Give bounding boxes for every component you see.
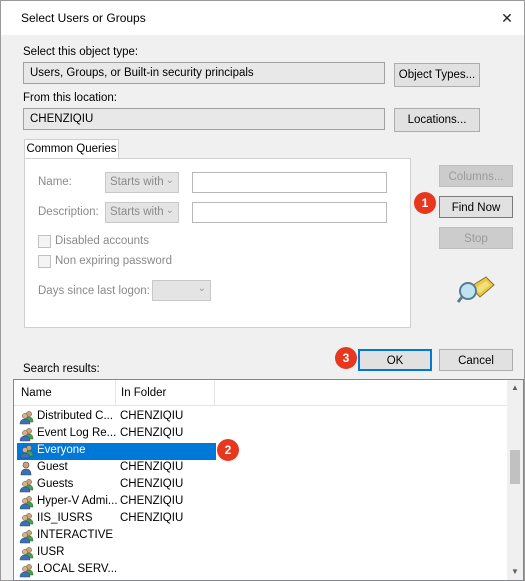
row-name: Event Log Re... — [37, 427, 117, 439]
row-name-cell[interactable]: Distributed C... — [17, 409, 216, 426]
row-name: Everyone — [37, 444, 86, 456]
user-icon — [19, 461, 35, 476]
group-icon — [19, 563, 35, 578]
search-flashlight-icon — [456, 276, 495, 303]
table-row[interactable]: IUSR — [14, 545, 510, 562]
row-name: IIS_IUSRS — [37, 512, 93, 524]
group-icon — [19, 410, 35, 425]
description-mode-select[interactable]: Starts with ⌄ — [105, 202, 179, 223]
cancel-button[interactable]: Cancel — [439, 349, 513, 371]
row-name: Guest — [37, 461, 68, 473]
object-type-field: Users, Groups, or Built-in security prin… — [23, 62, 385, 84]
days-since-logon-select[interactable]: ⌄ — [152, 280, 211, 301]
row-name-cell[interactable]: INTERACTIVE — [17, 528, 216, 545]
table-row[interactable]: LOCAL SERV... — [14, 562, 510, 579]
vertical-scrollbar[interactable]: ▲ ▼ — [507, 380, 523, 580]
location-label: From this location: — [23, 92, 117, 104]
close-icon[interactable]: ✕ — [490, 1, 524, 35]
title-bar: Select Users or Groups ✕ — [1, 1, 524, 35]
chevron-down-icon: ⌄ — [165, 175, 174, 186]
table-row[interactable]: INTERACTIVE — [14, 528, 510, 545]
row-name-cell[interactable]: Everyone — [17, 443, 216, 460]
days-since-logon-label: Days since last logon: — [38, 285, 150, 297]
column-divider — [214, 380, 215, 406]
search-results-list[interactable]: Name In Folder Distributed C... CHENZIQIU… — [13, 379, 524, 581]
non-expiring-password-checkbox[interactable] — [38, 255, 51, 268]
table-row[interactable]: Everyone — [14, 443, 510, 460]
scroll-up-icon[interactable]: ▲ — [507, 380, 523, 396]
locations-button[interactable]: Locations... — [394, 108, 480, 132]
row-folder: CHENZIQIU — [120, 495, 184, 507]
row-name: INTERACTIVE — [37, 529, 114, 541]
group-icon — [19, 427, 35, 442]
row-name-cell[interactable]: Event Log Re... — [17, 426, 216, 443]
row-name-cell[interactable]: IIS_IUSRS — [17, 511, 216, 528]
table-row[interactable]: Guests CHENZIQIU — [14, 477, 510, 494]
column-header-name[interactable]: Name — [21, 387, 52, 399]
chevron-down-icon: ⌄ — [197, 283, 206, 294]
object-type-label: Select this object type: — [23, 46, 139, 58]
chevron-down-icon: ⌄ — [165, 205, 174, 216]
description-mode-value: Starts with — [110, 206, 164, 218]
non-expiring-password-label: Non expiring password — [55, 255, 172, 267]
disabled-accounts-checkbox[interactable] — [38, 235, 51, 248]
common-queries-panel: Name: Starts with ⌄ Description: Starts … — [24, 158, 411, 328]
group-icon — [19, 546, 35, 561]
description-label: Description: — [38, 206, 99, 218]
name-mode-select[interactable]: Starts with ⌄ — [105, 172, 179, 193]
tab-common-queries[interactable]: Common Queries — [24, 139, 119, 159]
window-title: Select Users or Groups — [21, 11, 146, 25]
results-header: Name In Folder — [14, 380, 510, 406]
row-folder: CHENZIQIU — [120, 478, 184, 490]
group-icon — [19, 529, 35, 544]
column-divider — [115, 380, 116, 406]
location-field: CHENZIQIU — [23, 108, 385, 130]
row-name: Distributed C... — [37, 410, 114, 422]
row-name: Hyper-V Admi... — [37, 495, 118, 507]
dialog-window: Select Users or Groups ✕ Select this obj… — [0, 0, 525, 581]
step-badge-2: 2 — [217, 439, 239, 461]
row-name-cell[interactable]: LOCAL SERV... — [17, 562, 216, 579]
table-row[interactable]: IIS_IUSRS CHENZIQIU — [14, 511, 510, 528]
scrollbar-thumb[interactable] — [510, 450, 520, 484]
row-folder: CHENZIQIU — [120, 461, 184, 473]
group-icon — [19, 444, 35, 459]
description-input[interactable] — [192, 202, 387, 223]
ok-button[interactable]: OK — [358, 349, 432, 371]
disabled-accounts-label: Disabled accounts — [55, 235, 149, 247]
row-name-cell[interactable]: IUSR — [17, 545, 216, 562]
row-name: IUSR — [37, 546, 65, 558]
row-name: LOCAL SERV... — [37, 563, 118, 575]
group-icon — [19, 495, 35, 510]
column-header-in-folder[interactable]: In Folder — [121, 387, 166, 399]
row-folder: CHENZIQIU — [120, 410, 184, 422]
table-row[interactable]: Guest CHENZIQIU — [14, 460, 510, 477]
object-types-button[interactable]: Object Types... — [394, 63, 480, 87]
step-badge-3: 3 — [335, 347, 357, 369]
group-icon — [19, 512, 35, 527]
table-row[interactable]: Event Log Re... CHENZIQIU — [14, 426, 510, 443]
row-name: Guests — [37, 478, 74, 490]
row-name-cell[interactable]: Hyper-V Admi... — [17, 494, 216, 511]
row-name-cell[interactable]: Guests — [17, 477, 216, 494]
row-name-cell[interactable]: Guest — [17, 460, 216, 477]
table-row[interactable]: Hyper-V Admi... CHENZIQIU — [14, 494, 510, 511]
find-now-button[interactable]: Find Now — [439, 196, 513, 218]
search-results-label: Search results: — [23, 363, 100, 375]
row-folder: CHENZIQIU — [120, 512, 184, 524]
step-badge-1: 1 — [414, 192, 436, 214]
columns-button[interactable]: Columns... — [439, 165, 513, 187]
group-icon — [19, 478, 35, 493]
name-label: Name: — [38, 176, 72, 188]
scroll-down-icon[interactable]: ▼ — [507, 564, 523, 580]
table-row[interactable]: Distributed C... CHENZIQIU — [14, 409, 510, 426]
name-input[interactable] — [192, 172, 387, 193]
name-mode-value: Starts with — [110, 176, 164, 188]
stop-button[interactable]: Stop — [439, 227, 513, 249]
row-folder: CHENZIQIU — [120, 427, 184, 439]
